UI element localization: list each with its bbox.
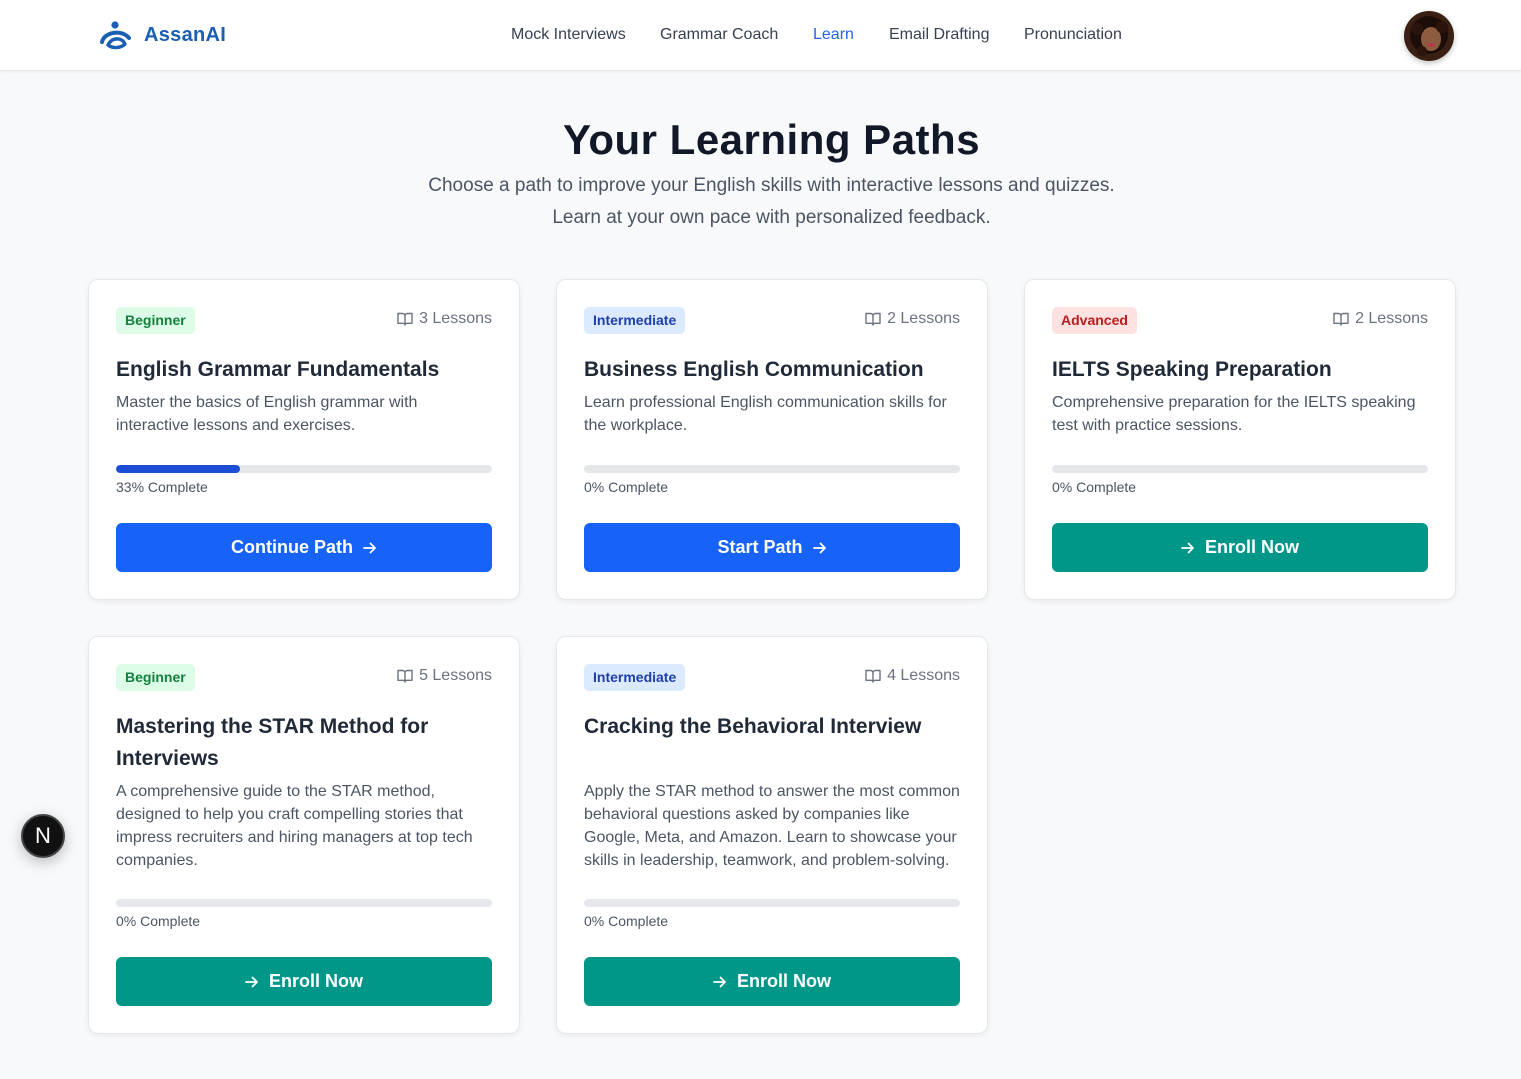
book-open-icon: [397, 312, 413, 326]
book-open-icon: [1333, 312, 1349, 326]
arrow-right-icon: [812, 542, 826, 553]
progress-bar: [116, 899, 492, 907]
continue-path-button[interactable]: Continue Path: [116, 523, 492, 572]
path-card-star-method: Beginner 5 Lessons Mastering the STAR Me…: [88, 636, 520, 1034]
book-open-icon: [397, 669, 413, 683]
button-label: Continue Path: [231, 537, 353, 557]
level-badge: Intermediate: [584, 307, 686, 334]
lesson-count-label: 4 Lessons: [887, 667, 960, 684]
nav-learn[interactable]: Learn: [813, 26, 854, 44]
lesson-count-label: 3 Lessons: [419, 310, 492, 327]
progress-bar: [116, 465, 492, 473]
level-badge: Intermediate: [584, 664, 686, 691]
book-open-icon: [865, 669, 881, 683]
path-card-behavioral-interview: Intermediate 4 Lessons Cracking the Beha…: [556, 636, 988, 1034]
lesson-count-label: 2 Lessons: [887, 310, 960, 327]
lesson-count: 4 Lessons: [865, 667, 960, 685]
progress-label: 33% Complete: [116, 479, 208, 495]
path-description: Comprehensive preparation for the IELTS …: [1052, 394, 1416, 434]
arrow-right-icon: [245, 976, 258, 987]
avatar-image: [1404, 11, 1454, 61]
level-badge: Beginner: [116, 664, 195, 691]
nav-pronunciation[interactable]: Pronunciation: [1024, 26, 1122, 44]
path-card-grammar-fundamentals: Beginner 3 Lessons English Grammar Funda…: [88, 279, 520, 600]
progress-bar: [584, 465, 960, 473]
button-label: Enroll Now: [1205, 537, 1299, 557]
lesson-count: 2 Lessons: [1333, 310, 1428, 328]
progress-fill: [116, 465, 241, 473]
path-card-business-english: Intermediate 2 Lessons Business English …: [556, 279, 988, 600]
nav-email-drafting[interactable]: Email Drafting: [889, 26, 989, 44]
nav-grammar-coach[interactable]: Grammar Coach: [660, 26, 778, 44]
path-description: Master the basics of English grammar wit…: [116, 394, 418, 434]
arrow-right-icon: [713, 976, 726, 987]
level-badge: Beginner: [116, 307, 195, 334]
dev-indicator-letter: N: [35, 823, 51, 848]
progress-bar: [1052, 465, 1428, 473]
button-label: Enroll Now: [737, 971, 831, 991]
button-label: Enroll Now: [269, 971, 363, 991]
arrow-right-icon: [1181, 542, 1194, 553]
lesson-count: 3 Lessons: [397, 310, 492, 328]
page-title: Your Learning Paths: [562, 116, 981, 163]
top-navbar: AssanAI Mock Interviews Grammar Coach Le…: [0, 0, 1521, 71]
progress-bar: [584, 899, 960, 907]
enroll-now-button[interactable]: Enroll Now: [1052, 523, 1428, 572]
lesson-count: 2 Lessons: [865, 310, 960, 328]
enroll-now-button[interactable]: Enroll Now: [584, 957, 960, 1006]
user-avatar[interactable]: [1404, 11, 1454, 61]
main-nav: Mock Interviews Grammar Coach Learn Emai…: [0, 0, 1521, 71]
enroll-now-button[interactable]: Enroll Now: [116, 957, 492, 1006]
path-description: Apply the STAR method to answer the most…: [584, 783, 960, 869]
progress-label: 0% Complete: [1052, 479, 1137, 495]
path-title: English Grammar Fundamentals: [116, 358, 440, 381]
lesson-count-label: 2 Lessons: [1355, 310, 1428, 327]
progress-label: 0% Complete: [584, 479, 669, 495]
nav-mock-interviews[interactable]: Mock Interviews: [511, 26, 626, 44]
button-label: Start Path: [717, 537, 803, 557]
path-title: IELTS Speaking Preparation: [1052, 358, 1332, 381]
page-subtitle-line-2: Learn at your own pace with personalized…: [552, 207, 991, 228]
path-card-ielts-speaking: Advanced 2 Lessons IELTS Speaking Prepar…: [1024, 279, 1456, 600]
progress-label: 0% Complete: [584, 913, 669, 929]
lesson-count: 5 Lessons: [397, 667, 492, 685]
progress-label: 0% Complete: [116, 913, 201, 929]
dev-indicator-button[interactable]: N: [21, 814, 65, 858]
level-badge: Advanced: [1052, 307, 1137, 334]
path-title: Mastering the STAR Method for Interviews: [116, 715, 429, 770]
path-title: Cracking the Behavioral Interview: [584, 715, 922, 738]
start-path-button[interactable]: Start Path: [584, 523, 960, 572]
path-title: Business English Communication: [584, 358, 924, 381]
page-subtitle-line-1: Choose a path to improve your English sk…: [428, 175, 1115, 196]
path-description: Learn professional English communication…: [584, 394, 947, 434]
book-open-icon: [865, 312, 881, 326]
lesson-count-label: 5 Lessons: [419, 667, 492, 684]
path-description: A comprehensive guide to the STAR method…: [116, 783, 473, 869]
arrow-right-icon: [363, 542, 376, 553]
